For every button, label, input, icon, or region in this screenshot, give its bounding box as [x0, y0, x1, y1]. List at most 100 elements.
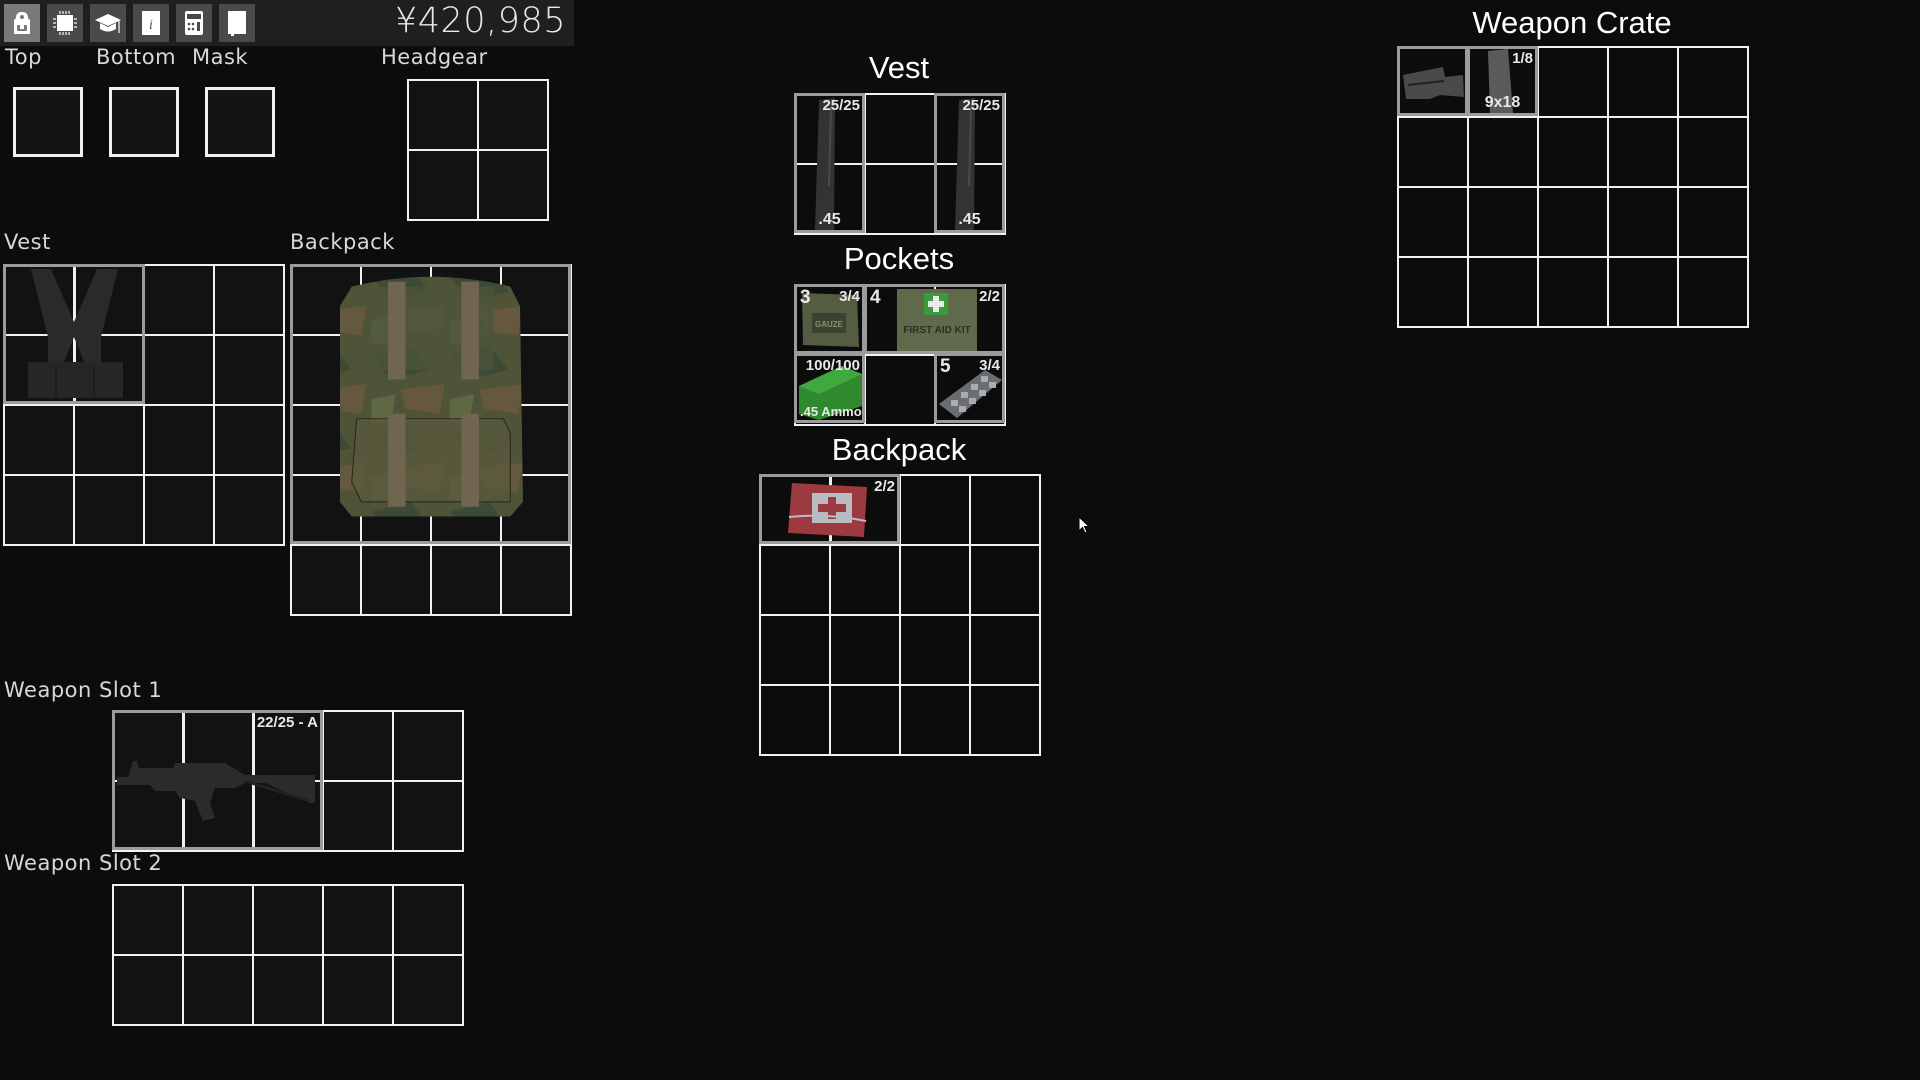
backpack-item-medkit[interactable]: 2/2: [759, 474, 900, 544]
vest-item-magazine-2[interactable]: 25/25 .45: [934, 93, 1005, 233]
grid-cell[interactable]: [407, 149, 479, 221]
grid-cell[interactable]: [213, 264, 285, 336]
grid-cell[interactable]: [864, 163, 936, 235]
grid-cell[interactable]: [143, 404, 215, 476]
top-toolbar: i ¥420,985: [0, 0, 574, 46]
pocket-item-45-ammo[interactable]: 100/100 .45 Ammo: [794, 353, 865, 423]
grid-cell[interactable]: [407, 79, 479, 151]
skills-tab-button[interactable]: [90, 4, 126, 42]
grid-cell[interactable]: [1607, 46, 1679, 118]
weapon-crate-title: Weapon Crate: [1472, 5, 1672, 40]
grid-cell[interactable]: [112, 884, 184, 956]
grid-cell[interactable]: [360, 544, 432, 616]
grid-cell[interactable]: [1537, 256, 1609, 328]
grid-cell[interactable]: [290, 544, 362, 616]
grid-cell[interactable]: [1677, 46, 1749, 118]
grid-cell[interactable]: [759, 684, 831, 756]
crate-item-weapon-stock[interactable]: [1397, 46, 1468, 116]
grid-cell[interactable]: [392, 710, 464, 782]
grid-cell[interactable]: [322, 710, 394, 782]
grid-cell[interactable]: [392, 954, 464, 1026]
grid-cell[interactable]: [969, 544, 1041, 616]
weapon-slot-2-grid[interactable]: [112, 884, 464, 1026]
grid-cell[interactable]: [213, 404, 285, 476]
grid-cell[interactable]: [252, 954, 324, 1026]
grid-cell[interactable]: [73, 474, 145, 546]
grid-cell[interactable]: [864, 93, 936, 165]
top-slot[interactable]: [13, 87, 83, 157]
equipped-vest-item[interactable]: [3, 264, 145, 404]
grid-cell[interactable]: [899, 474, 971, 546]
grid-cell[interactable]: [73, 404, 145, 476]
grid-cell[interactable]: [112, 954, 184, 1026]
grid-cell[interactable]: [477, 79, 549, 151]
grid-cell[interactable]: [477, 149, 549, 221]
grid-cell[interactable]: [1607, 116, 1679, 188]
grid-cell[interactable]: [1537, 186, 1609, 258]
grid-cell[interactable]: [899, 614, 971, 686]
grid-cell[interactable]: [322, 780, 394, 852]
grid-cell[interactable]: [143, 264, 215, 336]
grid-cell[interactable]: [1537, 46, 1609, 118]
grid-cell[interactable]: [3, 474, 75, 546]
implants-tab-button[interactable]: [47, 4, 83, 42]
bottom-slot[interactable]: [109, 87, 179, 157]
grid-cell[interactable]: [1467, 186, 1539, 258]
grid-cell[interactable]: [1467, 256, 1539, 328]
journal-tab-button[interactable]: [219, 4, 255, 42]
vest-item-magazine-1[interactable]: 25/25 .45: [794, 93, 865, 233]
crate-item-9x18-magazine[interactable]: 1/8 9x18: [1467, 46, 1538, 116]
grid-cell[interactable]: [829, 544, 901, 616]
calculator-tab-button[interactable]: [176, 4, 212, 42]
grid-cell[interactable]: [500, 544, 572, 616]
grid-cell[interactable]: [143, 474, 215, 546]
grid-cell[interactable]: [1467, 116, 1539, 188]
grid-cell[interactable]: [182, 884, 254, 956]
grid-cell[interactable]: [143, 334, 215, 406]
grid-cell[interactable]: [759, 544, 831, 616]
grid-cell[interactable]: [213, 474, 285, 546]
grid-cell[interactable]: [899, 684, 971, 756]
grid-cell[interactable]: [969, 684, 1041, 756]
hotkey-number: 3: [800, 287, 811, 308]
grid-cell[interactable]: [1677, 116, 1749, 188]
equipped-weapon-item[interactable]: 22/25 - A: [112, 710, 323, 850]
grid-cell[interactable]: [1607, 186, 1679, 258]
grid-cell[interactable]: [759, 614, 831, 686]
grid-cell[interactable]: [969, 474, 1041, 546]
mask-slot-label: Mask: [192, 45, 249, 69]
grid-cell[interactable]: [1397, 116, 1469, 188]
grid-cell[interactable]: [392, 884, 464, 956]
grid-cell[interactable]: [182, 954, 254, 1026]
pocket-item-pills[interactable]: 5 3/4: [934, 353, 1005, 423]
graduation-cap-icon: [95, 14, 121, 33]
grid-cell[interactable]: [1677, 256, 1749, 328]
pocket-item-gauze[interactable]: GAUZE 3 3/4: [794, 284, 865, 354]
grid-cell[interactable]: [829, 684, 901, 756]
grid-cell[interactable]: [829, 614, 901, 686]
inventory-tab-button[interactable]: [4, 4, 40, 42]
grid-cell[interactable]: [1677, 186, 1749, 258]
grid-cell[interactable]: [1397, 186, 1469, 258]
grid-cell[interactable]: [969, 614, 1041, 686]
grid-cell[interactable]: [392, 780, 464, 852]
vest-container-title: Vest: [868, 50, 930, 85]
headgear-slot-grid[interactable]: [407, 79, 549, 221]
grid-cell[interactable]: [1397, 256, 1469, 328]
grid-cell[interactable]: [252, 884, 324, 956]
grid-cell[interactable]: [430, 544, 502, 616]
grid-cell[interactable]: [1607, 256, 1679, 328]
info-tab-button[interactable]: i: [133, 4, 169, 42]
pocket-item-first-aid-kit[interactable]: FIRST AID KIT 4 2/2: [864, 284, 1005, 354]
equipped-backpack-item[interactable]: [290, 264, 571, 544]
grid-cell[interactable]: [864, 354, 936, 426]
grid-cell[interactable]: [3, 404, 75, 476]
grid-cell[interactable]: [213, 334, 285, 406]
grid-cell[interactable]: [1537, 116, 1609, 188]
grid-cell[interactable]: [322, 954, 394, 1026]
mask-slot[interactable]: [205, 87, 275, 157]
grid-cell[interactable]: [899, 544, 971, 616]
calculator-icon: [185, 11, 203, 35]
magazine-count: 25/25: [962, 97, 1000, 114]
grid-cell[interactable]: [322, 884, 394, 956]
